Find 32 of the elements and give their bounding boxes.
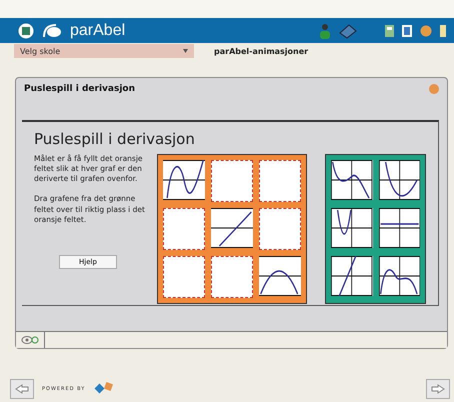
applet-heading: Puslespill i derivasjon [34, 130, 196, 148]
graph-drawing[interactable] [331, 160, 373, 200]
arrow-right-icon [431, 384, 445, 394]
caret-icon [183, 49, 188, 53]
graph-drawing[interactable] [211, 208, 254, 248]
forward-button[interactable] [426, 379, 450, 399]
drop-slot[interactable] [259, 208, 302, 250]
graph-drawing[interactable] [331, 208, 373, 248]
logo-icon [42, 22, 62, 38]
drop-slot[interactable] [163, 208, 206, 250]
drop-slot[interactable] [211, 256, 254, 298]
kit-logo-icon [93, 382, 116, 396]
person-icon[interactable] [319, 22, 331, 38]
graph-drawing[interactable] [163, 160, 206, 200]
calculator-icon[interactable] [385, 24, 394, 36]
document-icon[interactable] [402, 24, 412, 36]
eye-icon[interactable] [21, 335, 39, 345]
graph-drawing[interactable] [378, 208, 420, 248]
graph-drawing[interactable] [378, 256, 420, 296]
graph-drawing[interactable] [331, 256, 373, 296]
school-dropdown[interactable]: Velg skole [14, 44, 194, 58]
graph-drawing[interactable] [259, 256, 302, 296]
drop-slot[interactable] [163, 256, 206, 298]
back-button[interactable] [10, 379, 34, 399]
panel-title: Puslespill i derivasjon [24, 84, 135, 94]
drop-slot[interactable] [211, 160, 254, 202]
brand-name: parAbel [70, 22, 126, 40]
drop-slot[interactable] [259, 160, 302, 202]
emblem-icon [18, 22, 34, 38]
graph-drawing[interactable] [378, 160, 420, 200]
breadcrumb-link[interactable]: parAbel-animasjoner [214, 46, 308, 56]
arrow-left-icon [15, 384, 29, 394]
